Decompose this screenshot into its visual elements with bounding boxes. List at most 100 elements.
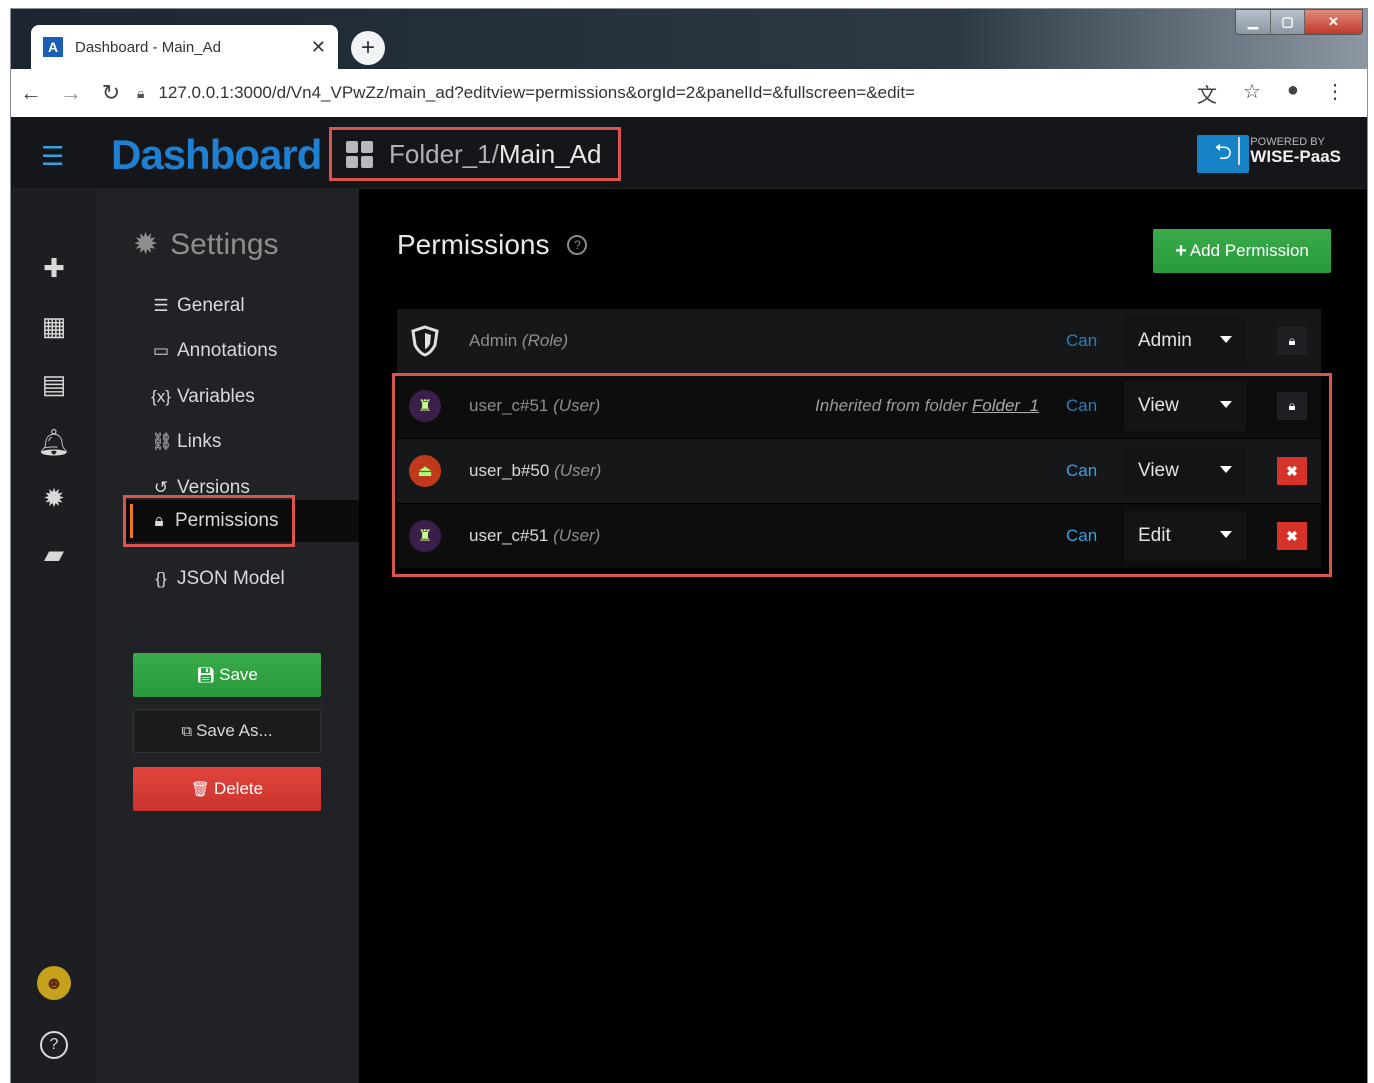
settings-item-variables[interactable]: {x} Variables [151, 386, 255, 408]
breadcrumb-folder[interactable]: Folder_1/ [389, 139, 499, 170]
help-circle-icon[interactable]: ? [567, 235, 588, 255]
app-root: ☰ Dashboard Folder_1/ Main_Ad ⮌ POWERED … [11, 117, 1367, 1083]
settings-item-label: General [177, 295, 245, 316]
permission-level-select[interactable]: Admin [1124, 316, 1246, 366]
permission-can-label: Can [1066, 396, 1098, 415]
permission-name: user_c#51 (User) [469, 526, 601, 545]
permission-can-label: Can [1066, 331, 1098, 350]
settings-item-links[interactable]: ⛓ Links [151, 431, 221, 453]
breadcrumb-dashboard[interactable]: Main_Ad [499, 139, 602, 170]
lock-icon: 🔒︎ [1277, 327, 1307, 355]
permission-can-label: Can [1066, 461, 1098, 480]
remove-permission-button[interactable]: ✖ [1277, 522, 1307, 550]
permission-level-value: Admin [1138, 330, 1192, 351]
comment-icon: ▭ [152, 341, 170, 360]
permissions-main: Permissions ? + Add Permission Admin (Ro… [359, 189, 1367, 1083]
permission-level-select[interactable]: View [1124, 446, 1246, 496]
lock-icon: 🔒︎ [154, 511, 164, 530]
permission-level-value: Edit [1138, 525, 1171, 546]
settings-item-general[interactable]: ☰ General [151, 295, 245, 317]
settings-item-versions[interactable]: ↺ Versions [151, 477, 250, 499]
browser-tab[interactable]: A Dashboard - Main_Ad ✕ [31, 25, 338, 69]
permission-level-select[interactable]: View [1124, 381, 1246, 431]
save-button[interactable]: 💾︎ Save [133, 653, 321, 697]
permission-level-select[interactable]: Edit [1124, 511, 1246, 561]
permission-name: Admin (Role) [469, 331, 569, 350]
window-close-button[interactable]: ✕ [1304, 10, 1362, 34]
delete-button-label: Delete [213, 779, 264, 798]
book-icon[interactable]: ▰ [11, 539, 97, 570]
maximize-button[interactable]: ▢ [1270, 10, 1304, 34]
link-icon: ⛓ [151, 432, 173, 451]
window-controls: ▁ ▢ ✕ [1235, 9, 1363, 35]
permission-name: user_c#51 (User) [469, 396, 601, 415]
settings-item-label: Permissions [175, 510, 279, 531]
settings-item-permissions[interactable]: 🔒︎ Permissions [125, 500, 359, 542]
settings-item-label: Versions [177, 477, 250, 498]
user-avatar[interactable]: ☻ [11, 965, 97, 1000]
permission-row: ♜ user_c#51 (User) Can Edit ✖ [397, 504, 1321, 568]
minimize-button[interactable]: ▁ [1236, 10, 1270, 34]
save-button-label: Save [219, 665, 258, 684]
variables-icon: {x} [151, 387, 171, 406]
new-tab-button[interactable]: + [351, 31, 385, 65]
profile-icon[interactable]: ● [1287, 79, 1299, 108]
user-avatar: ♜ [409, 520, 441, 552]
permission-row: ♜ user_c#51 (User) Inherited from folder… [397, 374, 1321, 438]
settings-title-text: Settings [170, 227, 279, 261]
settings-item-label: Annotations [177, 340, 278, 361]
trash-icon: 🗑︎ [190, 781, 210, 798]
page-title-text: Permissions [397, 229, 550, 260]
brand-logo[interactable]: Dashboard [111, 131, 322, 179]
lock-icon: 🔒︎ [137, 84, 145, 101]
back-arrow-icon[interactable]: ← [11, 80, 51, 106]
plus-icon: + [1175, 239, 1187, 262]
breadcrumb[interactable]: Folder_1/ Main_Ad [329, 127, 621, 181]
translate-icon[interactable]: 文 [1197, 79, 1217, 108]
history-icon: ↺ [153, 478, 169, 497]
reload-icon[interactable]: ↻ [91, 80, 131, 106]
save-as-button-label: Save As... [196, 721, 273, 740]
dashboard-grid-icon [346, 140, 373, 168]
help-icon[interactable]: ? [11, 1025, 97, 1059]
sliders-icon: ☰ [153, 296, 169, 315]
settings-item-json-model[interactable]: {} JSON Model [151, 568, 284, 590]
add-permission-label: Add Permission [1189, 241, 1309, 260]
settings-item-annotations[interactable]: ▭ Annotations [151, 340, 277, 362]
bookmark-star-icon[interactable]: ☆ [1243, 79, 1261, 108]
settings-gear-icon: ✹ [133, 228, 159, 261]
alert-bell-icon[interactable]: 🔔︎ [11, 427, 97, 458]
save-as-button[interactable]: ⧉ Save As... [133, 709, 321, 753]
powered-by-brand: WISE-PaaS [1250, 147, 1341, 166]
menu-kebab-icon[interactable]: ⋮ [1325, 79, 1345, 108]
lock-icon: 🔒︎ [1277, 392, 1307, 420]
permission-name: user_b#50 (User) [469, 461, 602, 480]
caret-down-icon [1220, 336, 1232, 343]
browser-window: A Dashboard - Main_Ad ✕ + ▁ ▢ ✕ ← → ↻ 🔒︎… [10, 8, 1368, 1083]
remove-permission-button[interactable]: ✖ [1277, 457, 1307, 485]
dashboards-icon[interactable]: ▦ [11, 311, 97, 342]
browser-titlebar: A Dashboard - Main_Ad ✕ + ▁ ▢ ✕ [11, 9, 1367, 69]
tab-close-icon[interactable]: ✕ [311, 37, 326, 58]
caret-down-icon [1220, 466, 1232, 473]
page-title: Permissions ? [397, 229, 588, 261]
explore-icon[interactable]: ▤ [11, 369, 97, 400]
caret-down-icon [1220, 401, 1232, 408]
plus-icon[interactable]: ✚ [11, 253, 97, 284]
shield-icon [409, 325, 441, 357]
user-avatar: ⏏ [409, 455, 441, 487]
permission-can-label: Can [1066, 526, 1098, 545]
hamburger-menu-icon[interactable]: ☰ [41, 141, 64, 172]
delete-button[interactable]: 🗑︎ Delete [133, 767, 321, 811]
forward-arrow-icon[interactable]: → [51, 80, 91, 106]
address-bar-icons: 文 ☆ ● ⋮ [1197, 79, 1367, 108]
add-permission-button[interactable]: + Add Permission [1153, 229, 1331, 273]
gear-icon[interactable]: ✹ [11, 483, 97, 514]
permission-row: ⏏ user_b#50 (User) Can View ✖ [397, 439, 1321, 503]
app-favicon-icon: A [43, 37, 63, 57]
powered-by-logo: POWERED BY WISE-PaaS [1238, 137, 1341, 165]
url-field[interactable]: 🔒︎ 127.0.0.1:3000/d/Vn4_VPwZz/main_ad?ed… [137, 75, 1189, 111]
url-text: 127.0.0.1:3000/d/Vn4_VPwZz/main_ad?editv… [158, 83, 915, 102]
inherited-folder-link[interactable]: Folder_1 [972, 396, 1039, 415]
permission-level-value: View [1138, 395, 1179, 416]
